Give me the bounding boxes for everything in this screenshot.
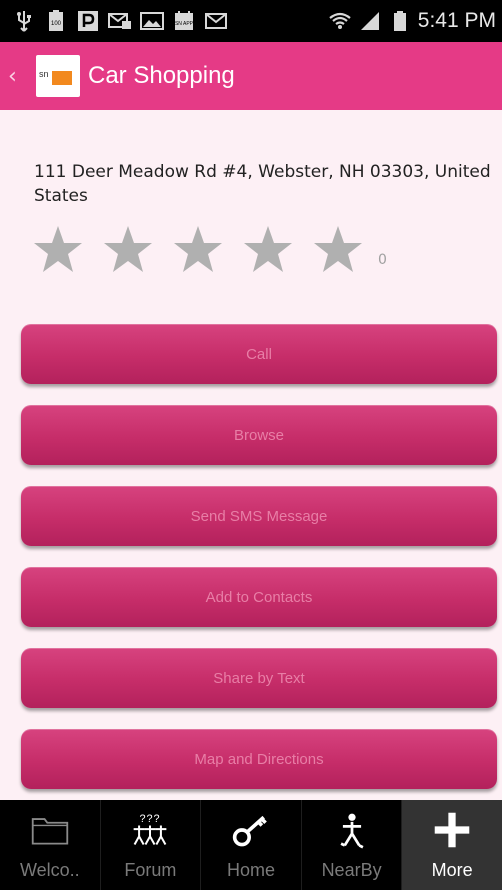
logo-text: sn	[39, 69, 49, 79]
sms-icon	[108, 9, 132, 33]
battery-icon	[388, 9, 412, 33]
app-logo[interactable]: sn	[36, 55, 80, 97]
call-button[interactable]: Call	[21, 324, 497, 384]
browse-button[interactable]: Browse	[21, 405, 497, 465]
nav-item-forum[interactable]: ??? Forum	[101, 800, 202, 890]
nav-label: NearBy	[321, 860, 382, 880]
logo-bar	[52, 71, 72, 85]
forum-icon: ???	[130, 810, 170, 850]
gmail-icon	[204, 9, 228, 33]
map-directions-button[interactable]: Map and Directions	[21, 729, 497, 789]
walker-icon	[332, 810, 372, 850]
status-time: 5:41 PM	[417, 9, 496, 32]
wifi-icon	[328, 9, 352, 33]
star-icon[interactable]	[312, 224, 368, 276]
star-rating[interactable]: 0	[32, 224, 387, 276]
add-to-contacts-button[interactable]: Add to Contacts	[21, 567, 497, 627]
nav-item-welcome[interactable]: Welco..	[0, 800, 101, 890]
star-icon[interactable]	[242, 224, 298, 276]
nav-item-nearby[interactable]: NearBy	[302, 800, 403, 890]
battery-level-label: 100	[51, 21, 62, 27]
bottom-nav: Welco.. ??? Forum Home NearBy More	[0, 800, 502, 890]
star-icon[interactable]	[102, 224, 158, 276]
send-sms-button[interactable]: Send SMS Message	[21, 486, 497, 546]
battery-100-icon: 100	[44, 9, 68, 33]
star-icon[interactable]	[172, 224, 228, 276]
listing-address: 111 Deer Meadow Rd #4, Webster, NH 03303…	[34, 162, 491, 206]
rating-count: 0	[378, 252, 387, 268]
usb-icon	[12, 9, 36, 33]
share-by-text-button[interactable]: Share by Text	[21, 648, 497, 708]
page-title: Car Shopping	[88, 62, 235, 89]
folder-icon	[30, 810, 70, 850]
app-badge-label: SN APP	[175, 21, 194, 27]
nav-item-home[interactable]: Home	[201, 800, 302, 890]
parking-icon	[76, 9, 100, 33]
signal-icon	[358, 9, 382, 33]
plus-icon	[432, 810, 472, 850]
app-icon: SN APP	[172, 9, 196, 33]
nav-label: Welco..	[19, 860, 80, 880]
svg-text:???: ???	[140, 813, 161, 825]
key-icon	[231, 810, 271, 850]
gallery-icon	[140, 9, 164, 33]
nav-label: Forum	[124, 860, 177, 880]
star-icon[interactable]	[32, 224, 88, 276]
nav-label: More	[431, 860, 473, 880]
status-bar: 100 SN APP 5:41 PM	[0, 0, 502, 42]
nav-item-more[interactable]: More	[402, 800, 502, 890]
back-chevron-icon[interactable]: ‹	[8, 64, 22, 89]
nav-label: Home	[226, 860, 275, 880]
action-bar: ‹ sn Car Shopping	[0, 42, 502, 110]
